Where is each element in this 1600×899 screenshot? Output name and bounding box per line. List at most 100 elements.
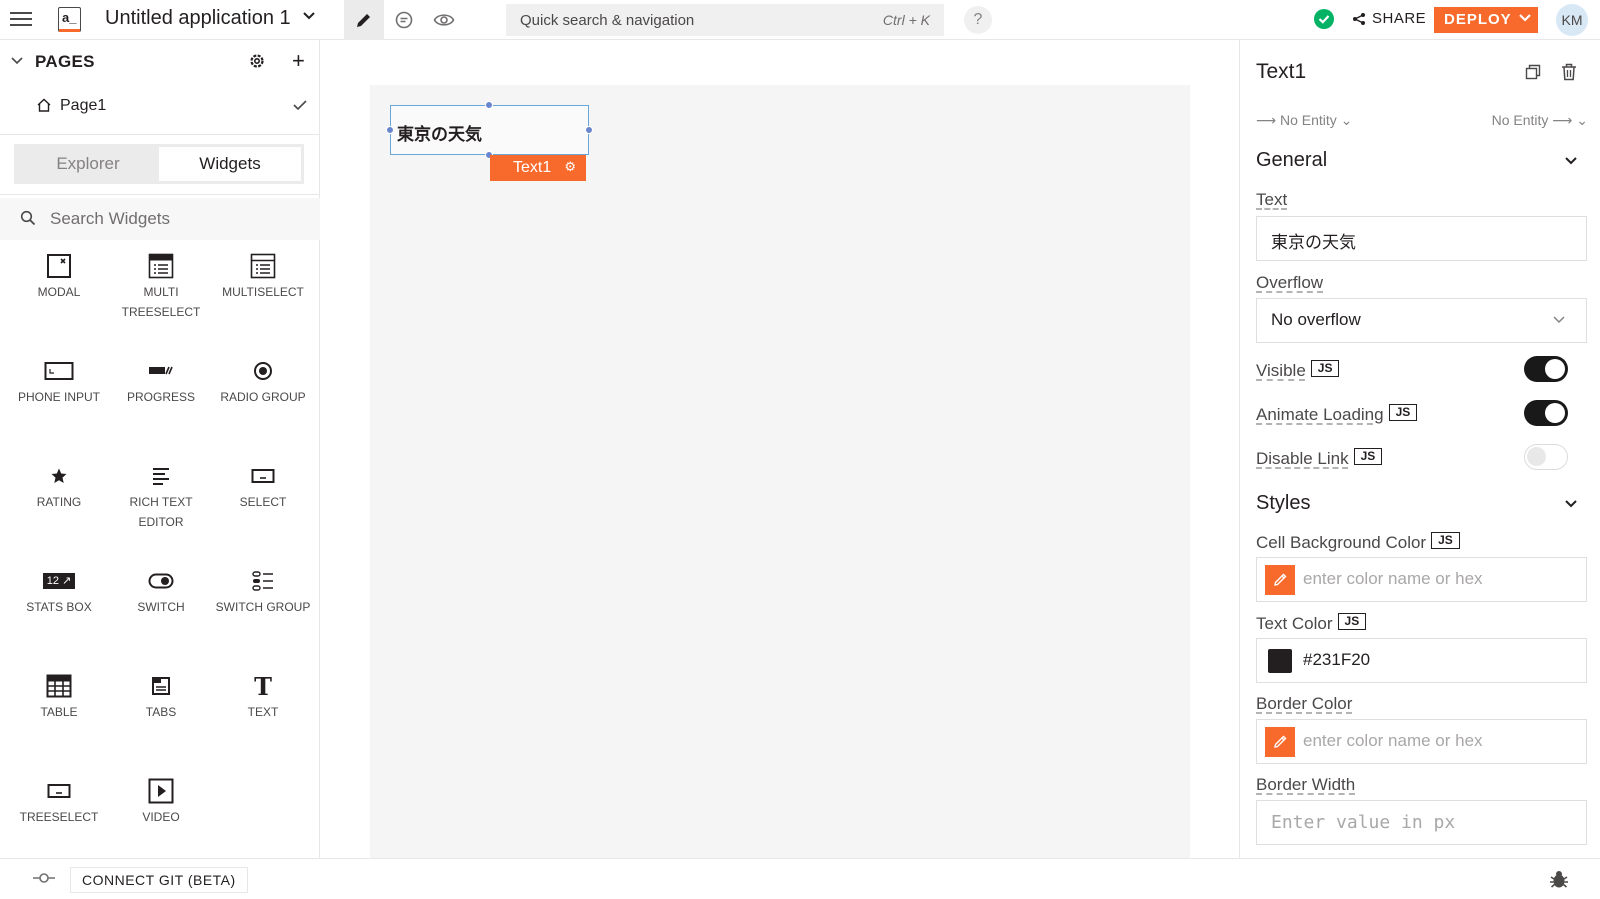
git-commit-icon [32, 871, 56, 890]
bug-icon[interactable] [1548, 868, 1570, 895]
rich-text-editor-icon [110, 460, 212, 492]
widget-card-phone-input[interactable]: PHONE INPUT [8, 351, 110, 456]
divider [0, 134, 320, 135]
section-general[interactable]: General [1256, 149, 1586, 172]
app-canvas[interactable]: 東京の天気 Text1 ⚙ [370, 85, 1190, 858]
border-color-input[interactable]: enter color name or hex [1256, 719, 1587, 764]
help-icon[interactable]: ? [964, 6, 992, 34]
js-toggle-button[interactable]: JS [1388, 404, 1418, 421]
text-widget-text1[interactable]: 東京の天気 [386, 101, 593, 159]
widget-card-radio-group[interactable]: RADIO GROUP [212, 351, 314, 456]
switch-icon [110, 565, 212, 597]
tab-widgets[interactable]: Widgets [159, 147, 301, 181]
widget-card-table[interactable]: TABLE [8, 666, 110, 771]
rating-icon [8, 460, 110, 492]
pages-header: PAGES + [0, 40, 320, 84]
widget-settings-gear-icon[interactable]: ⚙ [564, 159, 576, 175]
quick-search-shortcut: Ctrl + K [882, 12, 930, 28]
quick-search-bar[interactable]: Quick search & navigation Ctrl + K [506, 4, 944, 36]
multi-treeselect-icon [110, 250, 212, 282]
page-item-page1[interactable]: Page1 [0, 84, 320, 128]
entity-left[interactable]: ⟶ No Entity ⌄ [1256, 112, 1352, 129]
deploy-chevron-down-icon[interactable] [1518, 10, 1532, 28]
multiselect-icon [212, 250, 314, 282]
js-toggle-button[interactable]: JS [1431, 532, 1460, 549]
widget-card-text[interactable]: T TEXT [212, 666, 314, 771]
js-toggle-button[interactable]: JS [1353, 448, 1383, 465]
user-avatar[interactable]: KM [1556, 4, 1588, 36]
hamburger-menu-icon[interactable] [10, 9, 32, 29]
view-mode-eye-icon[interactable] [424, 0, 464, 40]
widget-card-stats-box[interactable]: 12 ↗ STATS BOX [8, 561, 110, 666]
prop-disable-link-label: Disable Link JS [1256, 448, 1383, 469]
resize-handle-left[interactable] [386, 126, 394, 134]
widget-label: SWITCH GROUP [215, 600, 311, 614]
text-color-input[interactable]: #231F20 [1256, 638, 1587, 683]
widget-card-rich-text-editor[interactable]: RICH TEXT EDITOR [110, 456, 212, 561]
widget-name-tag-label: Text1 [513, 159, 552, 176]
widget-label: SELECT [239, 495, 287, 509]
arrow-right-icon: ⟶ [1256, 112, 1277, 128]
select-icon [212, 460, 314, 492]
pages-collapse-chevron-icon[interactable] [10, 54, 24, 73]
prop-text-color-label: Text Color JS [1256, 613, 1367, 634]
widget-card-multiselect[interactable]: MULTISELECT [212, 246, 314, 351]
widget-card-switch[interactable]: SWITCH [110, 561, 212, 666]
delete-trash-icon[interactable] [1561, 63, 1577, 86]
border-width-placeholder: Enter value in px [1271, 812, 1456, 833]
widget-card-tabs[interactable]: TABS [110, 666, 212, 771]
connect-git-button[interactable]: CONNECT GIT (BETA) [70, 867, 248, 893]
copy-icon[interactable] [1525, 64, 1541, 85]
js-toggle-button[interactable]: JS [1337, 613, 1367, 630]
tab-explorer[interactable]: Explorer [17, 147, 159, 181]
app-logo[interactable]: a_ [58, 7, 81, 32]
entity-right[interactable]: No Entity ⟶ ⌄ [1492, 112, 1588, 129]
editor-canvas-area: 東京の天気 Text1 ⚙ [321, 40, 1239, 858]
disable-link-label-text: Disable Link [1256, 449, 1349, 468]
widget-card-switch-group[interactable]: SWITCH GROUP [212, 561, 314, 666]
search-widgets-input[interactable]: Search Widgets [0, 198, 320, 240]
section-styles[interactable]: Styles [1256, 492, 1586, 515]
widget-label: SWITCH [137, 600, 185, 614]
prop-cell-background-color-label: Cell Background Color JS [1256, 532, 1460, 553]
arrow-right-icon: ⟶ [1552, 112, 1573, 128]
comment-mode-icon[interactable] [384, 0, 424, 40]
disable-link-toggle[interactable] [1524, 444, 1568, 470]
app-menu-chevron-down-icon[interactable] [302, 9, 316, 26]
edit-mode-pencil-icon[interactable] [344, 0, 384, 40]
deploy-button[interactable]: DEPLOY [1434, 7, 1538, 33]
overflow-select[interactable]: No overflow [1256, 298, 1587, 343]
resize-handle-top[interactable] [485, 101, 493, 109]
cell-bg-label-text: Cell Background Color [1256, 533, 1427, 552]
widget-card-progress[interactable]: PROGRESS [110, 351, 212, 456]
add-page-plus-icon[interactable]: + [292, 48, 305, 74]
widget-card-select[interactable]: SELECT [212, 456, 314, 561]
color-picker-icon[interactable] [1265, 565, 1295, 595]
text-widget-content: 東京の天気 [397, 125, 482, 144]
chevron-down-icon: ⌄ [1340, 112, 1353, 128]
app-title[interactable]: Untitled application 1 [105, 7, 291, 30]
visible-toggle[interactable] [1524, 356, 1568, 382]
widget-label: RATING [36, 495, 82, 509]
cell-background-color-input[interactable]: enter color name or hex [1256, 557, 1587, 602]
gear-icon[interactable] [248, 52, 266, 75]
share-button[interactable]: SHARE [1352, 10, 1426, 27]
color-swatch[interactable] [1268, 649, 1292, 673]
widget-label: RICH TEXT EDITOR [129, 495, 193, 529]
animate-loading-toggle[interactable] [1524, 400, 1568, 426]
resize-handle-right[interactable] [585, 126, 593, 134]
text-input[interactable]: 東京の天気 [1256, 216, 1587, 261]
widget-card-rating[interactable]: RATING [8, 456, 110, 561]
widget-card-multi-treeselect[interactable]: MULTI TREESELECT [110, 246, 212, 351]
quick-search-placeholder: Quick search & navigation [520, 12, 695, 29]
widget-name-title[interactable]: Text1 [1256, 60, 1306, 84]
js-toggle-button[interactable]: JS [1310, 360, 1340, 377]
search-widgets-placeholder: Search Widgets [50, 209, 170, 228]
border-width-input[interactable]: Enter value in px [1256, 800, 1587, 845]
entity-right-label: No Entity [1491, 112, 1549, 128]
left-sidebar: PAGES + Page1 Explorer Widgets Search Wi… [0, 40, 320, 858]
color-picker-icon[interactable] [1265, 727, 1295, 757]
widget-name-tag[interactable]: Text1 ⚙ [490, 155, 586, 181]
widget-card-modal[interactable]: MODAL [8, 246, 110, 351]
chevron-down-icon [1552, 312, 1566, 332]
